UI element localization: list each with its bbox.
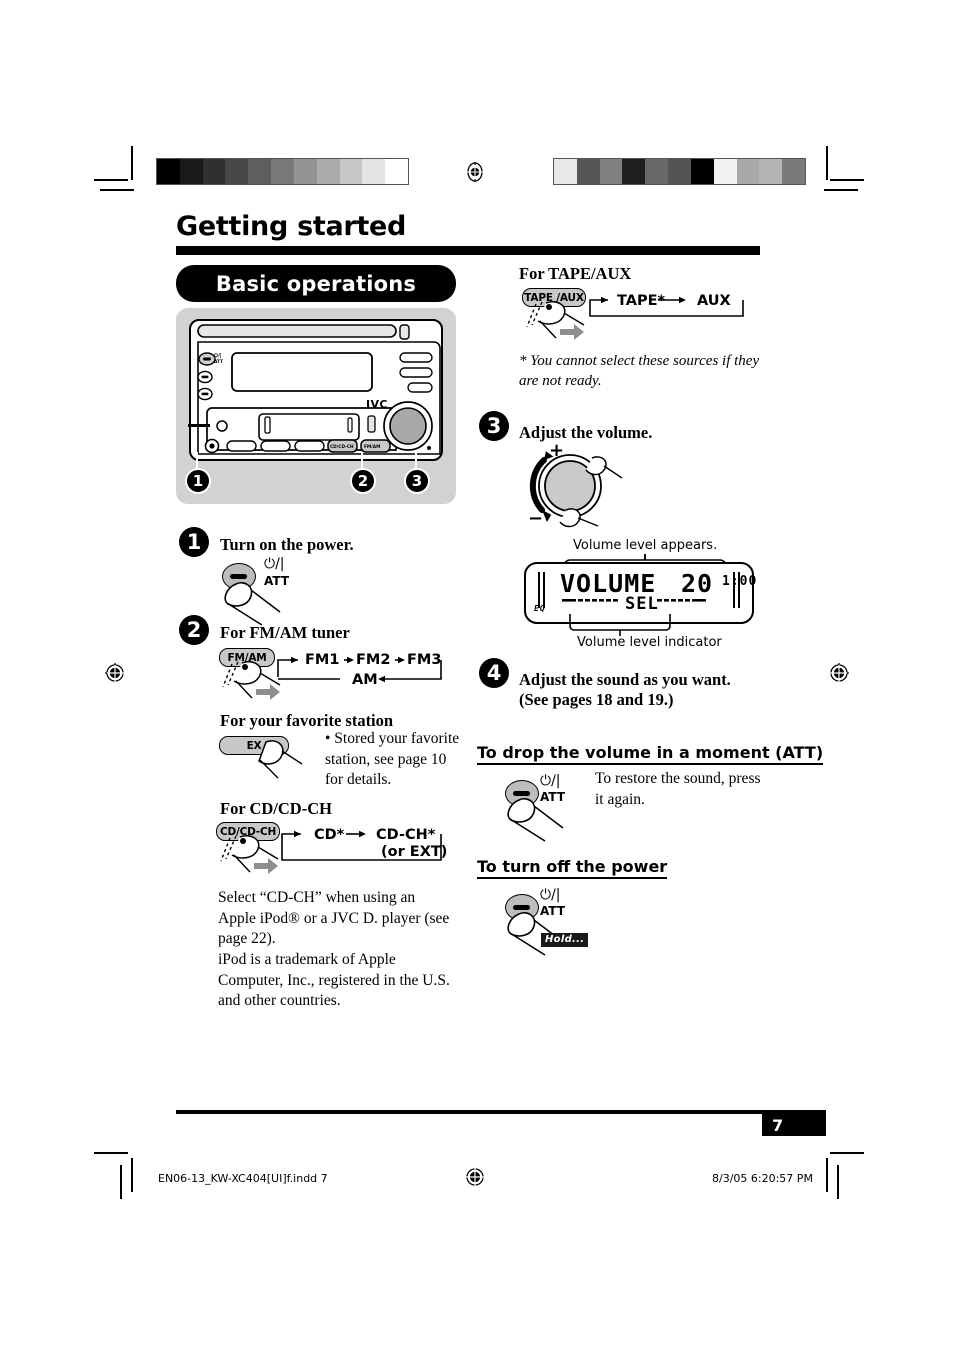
hold-badge: Hold... [541, 933, 589, 947]
crop-mark-top-right-h2 [824, 189, 858, 191]
volume-knob-illustration[interactable] [522, 448, 627, 528]
lcd-eq-indicator: EQ [534, 604, 546, 613]
crop-mark-bottom-left-h [94, 1152, 128, 1154]
step-4-number: 4 [479, 658, 509, 688]
calibration-swatch [645, 159, 669, 184]
calibration-swatch [599, 159, 623, 184]
finger-press-ex [258, 740, 303, 779]
step-1-number: 1 [179, 527, 209, 557]
page-number: 7 [772, 1115, 784, 1135]
favorite-station-note: • Stored your favorite station, see page… [325, 730, 460, 789]
title-underline [176, 246, 760, 255]
footer-filename: EN06-13_KW-XC404[UI]f.indd 7 [158, 1172, 328, 1185]
calibration-swatch [362, 159, 386, 184]
calibration-swatch [668, 159, 691, 184]
step-3-heading: Adjust the volume. [519, 423, 653, 442]
svg-text:ATT: ATT [214, 359, 223, 365]
calibration-swatch [759, 159, 783, 184]
registration-target-bottom [465, 1167, 485, 1187]
volume-indicator-brace [569, 614, 671, 636]
registration-target-top [465, 162, 485, 182]
att-restore-note: To restore the sound, press it again. [595, 770, 761, 808]
device-callout-1: 1 [185, 468, 211, 494]
volume-appears-caption: Volume level appears. [573, 538, 718, 553]
calibration-swatch [385, 159, 408, 184]
crop-mark-top-left-v [131, 146, 133, 180]
step-3-number: 3 [479, 411, 509, 441]
calibration-swatch [576, 159, 600, 184]
power-symbol-att: ⏻/| [540, 773, 561, 789]
step-2-number: 2 [179, 615, 209, 645]
svg-text:FM/AM: FM/AM [364, 444, 380, 450]
power-symbol-off: ⏻/| [540, 887, 561, 903]
crop-mark-top-left-h [94, 179, 128, 181]
volume-indicator-caption: Volume level indicator [577, 635, 722, 650]
lcd-clock: 1:00 [722, 574, 758, 589]
cd-heading: For CD/CD-CH [220, 799, 332, 818]
step-1-heading: Turn on the power. [220, 535, 354, 554]
calibration-swatch [622, 159, 646, 184]
calibration-swatch [293, 159, 317, 184]
crop-mark-top-left-h2 [100, 189, 134, 191]
power-symbol-step1: ⏻/| [264, 556, 285, 572]
lcd-volume-value: 20 [681, 569, 714, 598]
crop-mark-bottom-left-v2 [120, 1165, 122, 1199]
calibration-swatch [248, 159, 272, 184]
tape-aux-flow-arrows [589, 296, 744, 317]
registration-target-left [105, 663, 125, 683]
calibration-swatch [202, 159, 226, 184]
tape-aux-footnote: * You cannot select these sources if the… [519, 353, 760, 389]
svg-text:CD/CD-CH: CD/CD-CH [330, 444, 354, 450]
tape-aux-heading: For TAPE/AUX [519, 264, 632, 283]
crop-mark-bottom-right-v [826, 1158, 828, 1192]
fm-am-flow-arrows [277, 656, 442, 683]
calibration-strip-right [553, 158, 806, 185]
calibration-swatch [736, 159, 760, 184]
cd-flow-arrows [281, 830, 442, 861]
calibration-swatch [157, 159, 180, 184]
crop-mark-bottom-left-v [131, 1158, 133, 1192]
basic-operations-banner: Basic operations [176, 265, 456, 302]
calibration-swatch [225, 159, 249, 184]
calibration-strip-left [156, 158, 409, 185]
step-4-heading-line1: Adjust the sound as you want. [519, 670, 731, 689]
calibration-swatch [339, 159, 363, 184]
step-4-heading-line2: (See pages 18 and 19.) [519, 690, 674, 709]
calibration-swatch [713, 159, 737, 184]
page-number-badge: 7 [762, 1114, 826, 1136]
svg-text:⏻/|: ⏻/| [214, 353, 222, 359]
crop-mark-bottom-right-v2 [837, 1165, 839, 1199]
calibration-swatch [554, 159, 577, 184]
page-title: Getting started [176, 211, 407, 242]
footer-timestamp: 8/3/05 6:20:57 PM [712, 1172, 813, 1185]
crop-mark-top-right-v [826, 146, 828, 180]
device-callout-3: 3 [404, 468, 430, 494]
crop-mark-bottom-right-h [830, 1152, 864, 1154]
calibration-swatch [271, 159, 294, 184]
calibration-swatch [179, 159, 203, 184]
footer-rule [176, 1110, 826, 1114]
crop-mark-top-right-h [830, 179, 864, 181]
att-section-heading: To drop the volume in a moment (ATT) [477, 743, 824, 765]
finger-press-att [507, 797, 564, 842]
step-2-heading: For FM/AM tuner [220, 623, 350, 642]
poweroff-section-heading: To turn off the power [477, 857, 668, 879]
calibration-swatch [782, 159, 805, 184]
registration-target-right [829, 663, 849, 683]
lcd-sel-indicator: SEL [625, 594, 659, 614]
device-callout-2: 2 [350, 468, 376, 494]
calibration-swatch [690, 159, 714, 184]
cd-ch-note-2: iPod is a trademark of Apple Computer, I… [218, 951, 450, 1010]
calibration-swatch [316, 159, 340, 184]
cd-ch-note-1: Select “CD-CH” when using an Apple iPod®… [218, 889, 450, 948]
finger-press-step1 [224, 581, 281, 626]
